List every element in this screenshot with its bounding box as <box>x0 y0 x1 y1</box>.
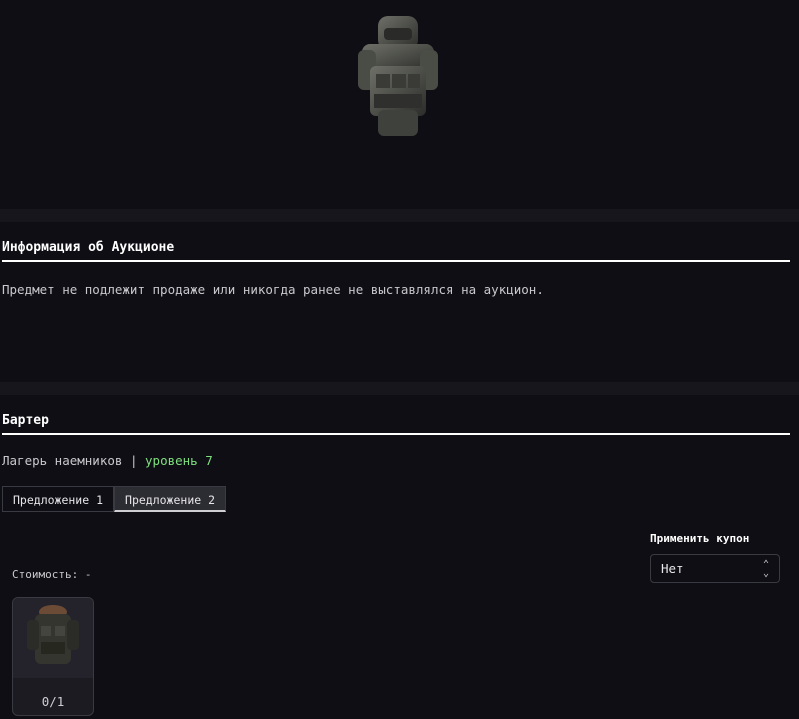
barter-title: Бартер <box>2 413 49 428</box>
vendor-level: уровень 7 <box>145 453 213 468</box>
auction-message: Предмет не подлежит продаже или никогда … <box>2 282 544 297</box>
coupon-value: Нет <box>661 561 684 576</box>
coupon-select[interactable]: Нет ⌃ ⌄ <box>650 554 780 583</box>
auction-title: Информация об Аукционе <box>2 240 175 255</box>
vendor-name: Лагерь наемников <box>2 453 123 468</box>
auction-title-rule <box>2 260 790 262</box>
vendor-separator: | <box>129 453 138 468</box>
chevron-up-down-icon: ⌃ ⌄ <box>762 559 769 579</box>
offer-tabs: Предложение 1 Предложение 2 <box>2 486 227 512</box>
divider-band <box>0 209 799 222</box>
item-image-area <box>13 598 93 678</box>
barter-title-rule <box>2 433 790 435</box>
item-preview <box>0 0 799 209</box>
divider-band <box>0 382 799 395</box>
cost-label: Стоимость: - <box>12 568 92 581</box>
tab-offer-1[interactable]: Предложение 1 <box>2 486 115 512</box>
tab-offer-2[interactable]: Предложение 2 <box>114 486 227 512</box>
barter-vendor-line: Лагерь наемников | уровень 7 <box>2 453 213 468</box>
armor-suit-image <box>358 16 438 136</box>
armor-vest-image <box>27 605 79 664</box>
barter-item-card[interactable]: 0/1 <box>12 597 94 716</box>
item-count: 0/1 <box>41 694 65 709</box>
coupon-label: Применить купон <box>650 532 750 545</box>
